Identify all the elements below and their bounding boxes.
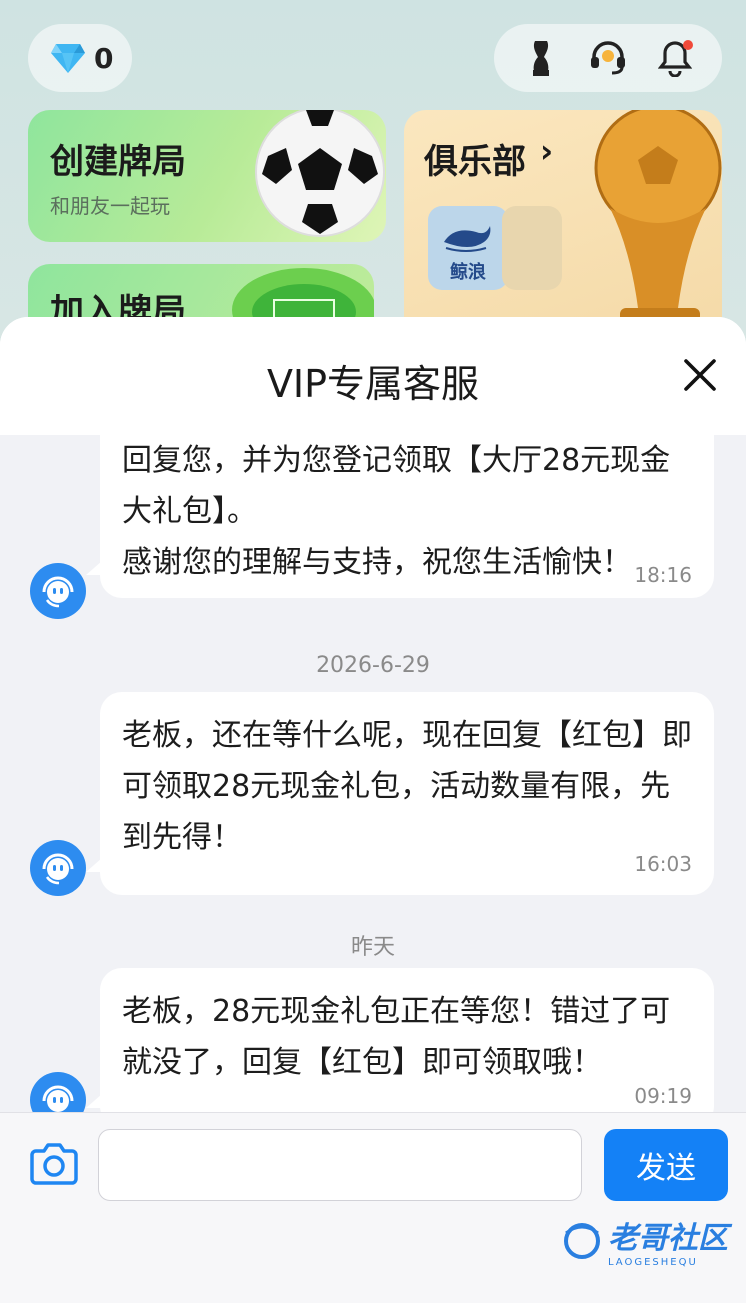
top-icon-group <box>494 24 722 92</box>
club-logo-secondary[interactable] <box>502 206 562 290</box>
support-agent-icon <box>42 1085 74 1112</box>
sheet-title: VIP专属客服 <box>266 362 480 406</box>
background-app: 0 创建牌局 和朋友一起玩 加入牌局 俱乐部 › 鲸浪 <box>0 0 746 364</box>
whale-icon <box>444 226 491 252</box>
chat-message: 老板，28元现金礼包正在等您！错过了可就没了，回复【红包】即可领取哦！ 09:1… <box>86 968 714 1112</box>
headset-icon[interactable] <box>588 38 628 78</box>
date-separator: 2026-6-29 <box>316 653 430 678</box>
support-agent-icon <box>42 576 74 608</box>
watermark: 老哥社区 LAOGESHEQU <box>562 1213 728 1268</box>
create-game-card[interactable]: 创建牌局 和朋友一起玩 <box>28 110 386 242</box>
club-logo[interactable]: 鲸浪 <box>428 206 508 290</box>
message-text: 回复您，并为您登记领取【大厅28元现金大礼包】。 感谢您的理解与支持，祝您生活愉… <box>122 443 671 580</box>
create-game-subtitle: 和朋友一起玩 <box>50 194 170 218</box>
message-time: 16:03 <box>634 852 692 876</box>
diamond-icon <box>51 44 85 73</box>
message-time: 18:16 <box>634 563 692 587</box>
agent-avatar <box>30 840 86 896</box>
trophy-icon[interactable] <box>521 38 561 78</box>
bubble-tail <box>86 1094 102 1108</box>
watermark-text: 老哥社区 <box>608 1221 728 1256</box>
bubble-tail <box>86 561 102 575</box>
camera-icon[interactable] <box>28 1141 80 1187</box>
notification-dot <box>682 40 693 50</box>
agent-avatar <box>30 1072 86 1112</box>
sheet-header: VIP专属客服 <box>0 317 746 435</box>
input-bar: 发送 老哥社区 LAOGESHEQU <box>0 1112 746 1303</box>
soccer-ball-icon <box>255 110 385 237</box>
message-input[interactable] <box>98 1129 582 1201</box>
send-button[interactable]: 发送 <box>604 1129 728 1201</box>
close-icon[interactable] <box>682 357 718 393</box>
watermark-sub: LAOGESHEQU <box>608 1257 698 1268</box>
diamond-count: 0 <box>94 41 114 75</box>
club-title: 俱乐部 <box>424 142 526 182</box>
club-logo-label: 鲸浪 <box>450 262 486 283</box>
chat-message: 老板，还在等什么呢，现在回复【红包】即可领取28元现金礼包，活动数量有限，先到先… <box>86 692 714 895</box>
message-text: 老板，28元现金礼包正在等您！错过了可就没了，回复【红包】即可领取哦！ <box>122 994 671 1080</box>
message-text: 老板，还在等什么呢，现在回复【红包】即可领取28元现金礼包，活动数量有限，先到先… <box>122 718 692 855</box>
agent-avatar <box>30 563 86 619</box>
date-separator: 昨天 <box>350 935 395 960</box>
message-time: 09:19 <box>634 1084 692 1108</box>
chat-list[interactable]: 回复您，并为您登记领取【大厅28元现金大礼包】。 感谢您的理解与支持，祝您生活愉… <box>0 435 746 1112</box>
support-agent-icon <box>42 853 74 885</box>
chevron-right-icon: › <box>540 132 554 170</box>
bubble-tail <box>86 858 102 872</box>
chat-message: 回复您，并为您登记领取【大厅28元现金大礼包】。 感谢您的理解与支持，祝您生活愉… <box>86 435 714 598</box>
diamond-balance[interactable]: 0 <box>28 24 132 92</box>
dragon-logo-icon <box>564 1222 600 1259</box>
bell-icon[interactable] <box>655 38 695 78</box>
vip-support-sheet: VIP专属客服 回复您，并为您登记领取【大厅28元现金大礼包】。 感谢您的理解与… <box>0 317 746 1303</box>
create-game-title: 创建牌局 <box>50 142 186 182</box>
